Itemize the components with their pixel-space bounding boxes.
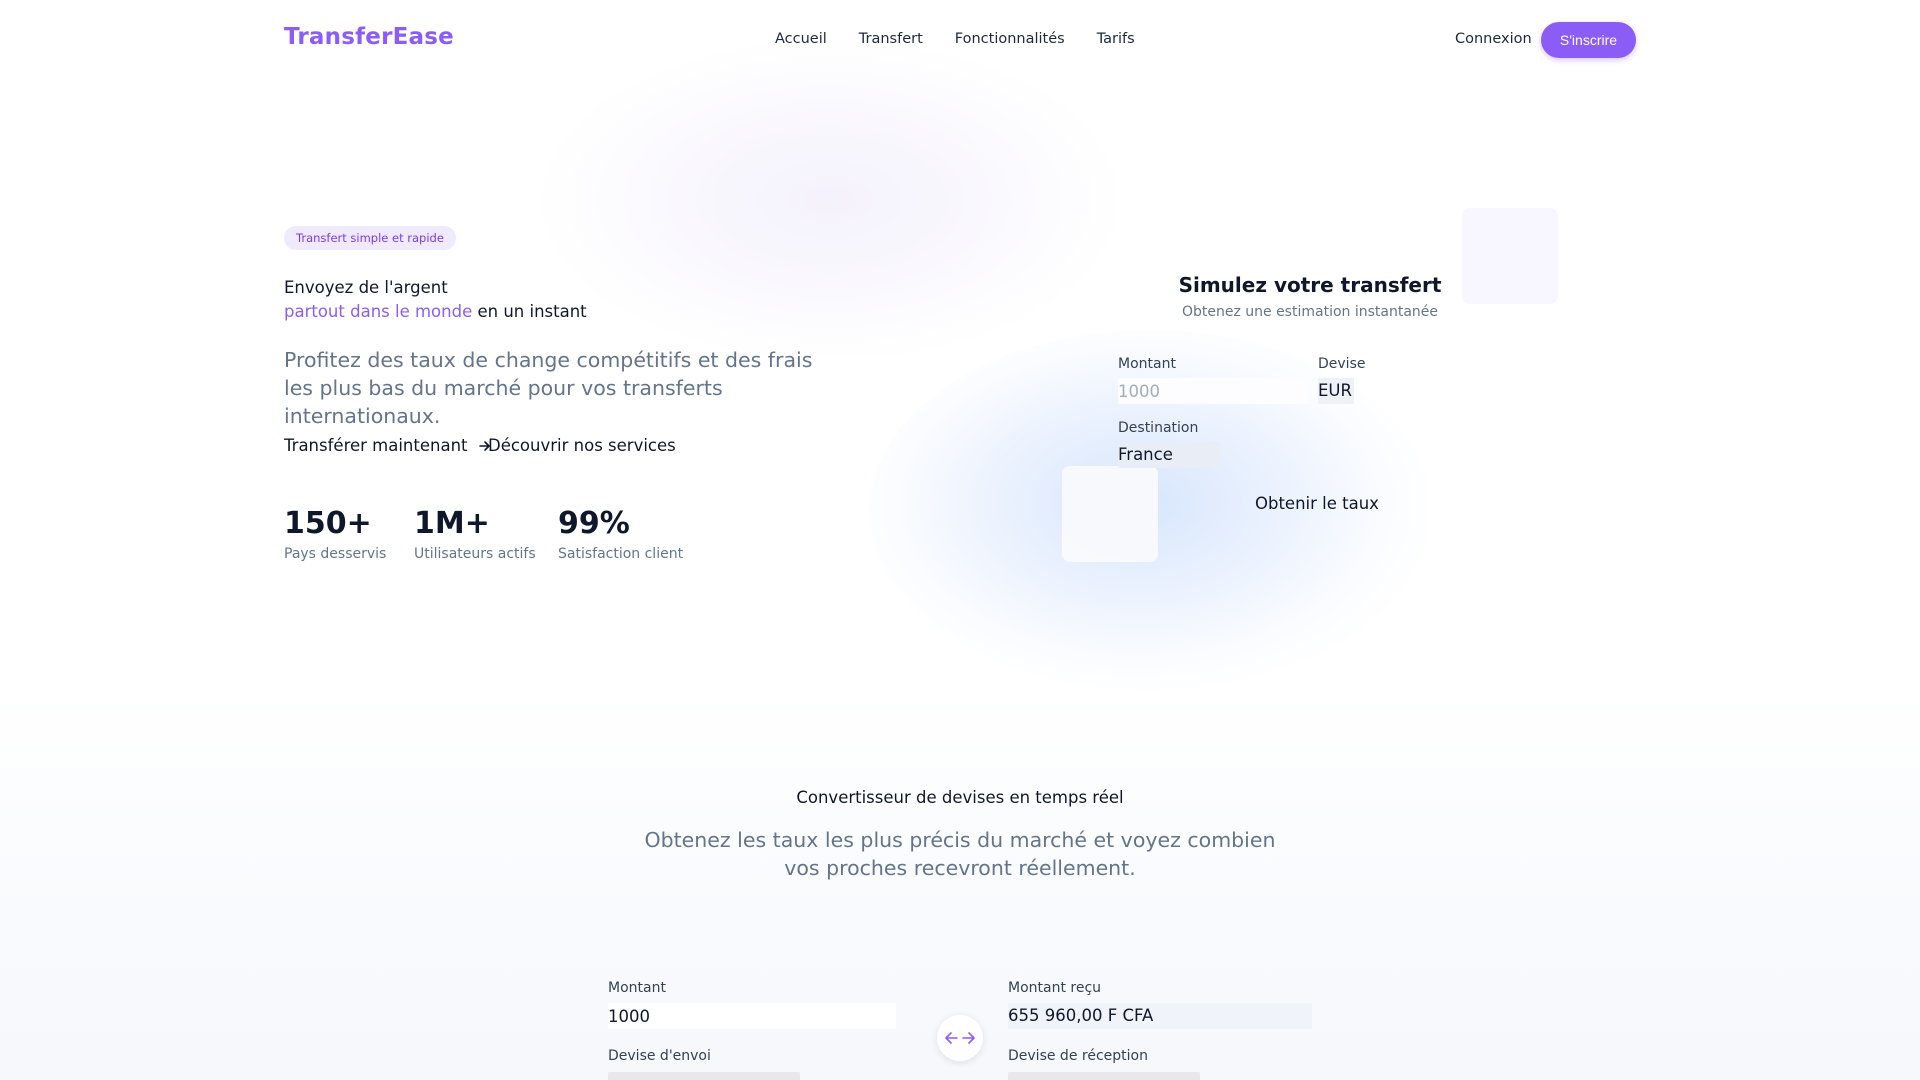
- hero-title-rest: en un instant: [472, 302, 587, 321]
- discover-services-button[interactable]: Découvrir nos services: [488, 436, 676, 455]
- stat-label: Satisfaction client: [558, 546, 684, 562]
- send-currency-label: Devise d'envoi: [608, 1048, 711, 1064]
- stat-value: 150+: [284, 506, 372, 541]
- receive-currency-select[interactable]: [1008, 1072, 1200, 1080]
- logo[interactable]: TransferEase: [284, 24, 454, 50]
- amount-label: Montant: [1118, 356, 1176, 372]
- swap-currencies-button[interactable]: [937, 1015, 983, 1061]
- amount-input[interactable]: [1118, 378, 1308, 404]
- transfer-now-button[interactable]: Transférer maintenant: [284, 436, 492, 455]
- nav-link-transfert[interactable]: Transfert: [859, 31, 923, 47]
- hero-title: Envoyez de l'argent partout dans le mond…: [284, 276, 587, 324]
- nav-link-tarifs[interactable]: Tarifs: [1097, 31, 1135, 47]
- send-currency-select[interactable]: [608, 1072, 800, 1080]
- destination-select[interactable]: France: [1118, 442, 1220, 468]
- stat-countries: 150+ Pays desservis: [284, 506, 386, 562]
- currency-select[interactable]: EUR: [1318, 378, 1354, 404]
- get-rate-button[interactable]: Obtenir le taux: [1255, 494, 1379, 513]
- received-amount-label: Montant reçu: [1008, 980, 1102, 996]
- destination-label: Destination: [1118, 420, 1199, 436]
- decorative-square: [1462, 208, 1558, 304]
- converter-subtitle: Obtenez les taux les plus précis du marc…: [644, 828, 1276, 880]
- stat-value: 99%: [558, 506, 630, 541]
- receive-currency-label: Devise de réception: [1008, 1048, 1148, 1064]
- converter-amount-input[interactable]: [608, 1003, 896, 1029]
- stat-value: 1M+: [414, 506, 490, 541]
- stat-users: 1M+ Utilisateurs actifs: [414, 506, 536, 562]
- hero-title-accent: partout dans le monde: [284, 302, 473, 321]
- hero-title-line1: Envoyez de l'argent: [284, 278, 448, 297]
- signup-button[interactable]: S'inscrire: [1541, 22, 1636, 58]
- simulator-subtitle: Obtenez une estimation instantanée: [1181, 304, 1439, 320]
- main-menu: Accueil Transfert Fonctionnalités Tarifs: [775, 31, 1135, 47]
- converter-amount-label: Montant: [608, 980, 666, 996]
- stat-label: Pays desservis: [284, 546, 387, 562]
- stat-label: Utilisateurs actifs: [414, 546, 536, 562]
- hero-subtitle: Profitez des taux de change compétitifs …: [284, 348, 813, 428]
- decorative-square: [1062, 466, 1158, 562]
- received-amount-field: 655 960,00 F CFA: [1008, 1003, 1312, 1029]
- transfer-now-label: Transférer maintenant: [284, 436, 468, 455]
- hero-badge: Transfert simple et rapide: [284, 226, 456, 250]
- nav-link-accueil[interactable]: Accueil: [775, 31, 827, 47]
- swap-arrows-icon: [945, 1032, 975, 1044]
- currency-label: Devise: [1318, 356, 1366, 372]
- stat-satisfaction: 99% Satisfaction client: [558, 506, 683, 562]
- simulator-title: Simulez votre transfert: [1178, 273, 1442, 297]
- converter-title: Convertisseur de devises en temps réel: [796, 788, 1124, 807]
- top-navigation: TransferEase Accueil Transfert Fonctionn…: [0, 0, 1920, 80]
- login-link[interactable]: Connexion: [1455, 31, 1532, 47]
- hero-background-glow: [540, 40, 1120, 360]
- nav-link-fonctionnalites[interactable]: Fonctionnalités: [955, 31, 1065, 47]
